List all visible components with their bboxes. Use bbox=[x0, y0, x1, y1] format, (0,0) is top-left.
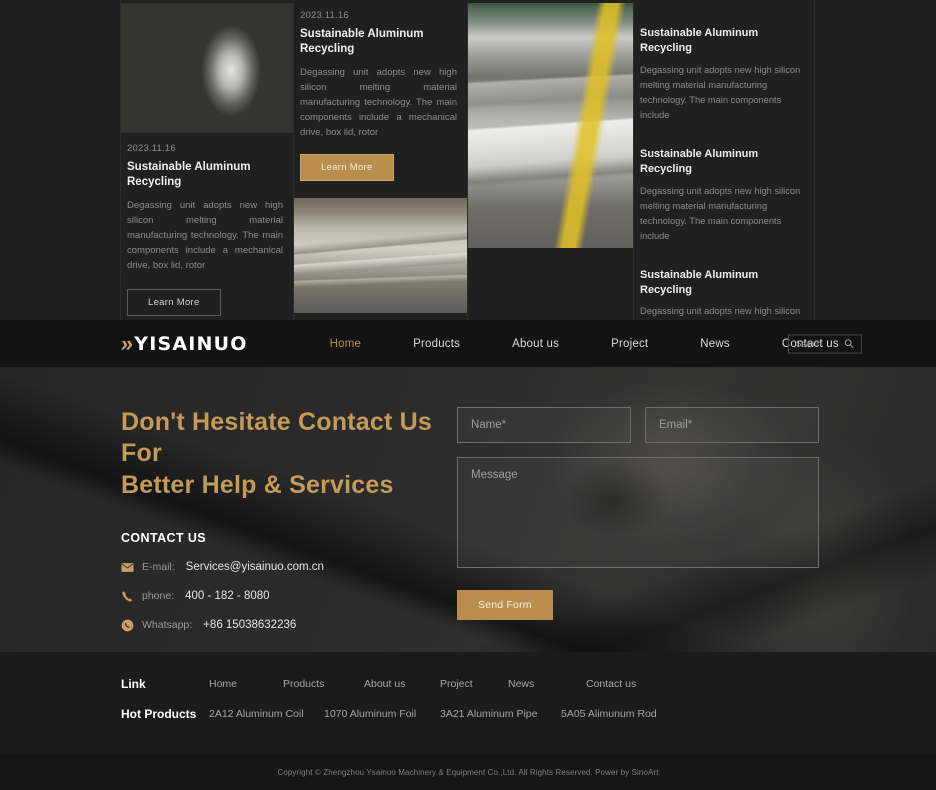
footer-link-home[interactable]: Home bbox=[209, 678, 283, 690]
news-title: Sustainable Aluminum Recycling bbox=[640, 27, 759, 54]
envelope-icon bbox=[121, 562, 134, 572]
search-icon[interactable] bbox=[844, 339, 854, 349]
news-section: 2023.11.16 Sustainable Aluminum Recyclin… bbox=[0, 0, 936, 362]
news-column-third bbox=[467, 0, 633, 320]
news-image-sheet[interactable] bbox=[468, 3, 633, 248]
site-footer: Link Home Products About us Project News… bbox=[0, 652, 936, 790]
nav-item-news[interactable]: News bbox=[674, 338, 756, 350]
news-date: 2023.11.16 bbox=[300, 10, 349, 21]
nav-item-about-us[interactable]: About us bbox=[486, 338, 585, 350]
hot-product-2a12-aluminum-coil[interactable]: 2A12 Aluminum Coil bbox=[209, 708, 324, 720]
learn-more-button[interactable]: Learn More bbox=[300, 153, 394, 181]
phone-icon bbox=[122, 591, 133, 602]
name-field[interactable] bbox=[457, 407, 631, 443]
news-description: Degassing unit adopts new high silicon m… bbox=[300, 66, 457, 138]
footer-link-label: Link bbox=[121, 677, 146, 691]
page-root: 2023.11.16 Sustainable Aluminum Recyclin… bbox=[0, 0, 936, 790]
hot-product-5a05-alimunum-rod[interactable]: 5A05 Alimunum Rod bbox=[561, 708, 657, 720]
contact-us-label: CONTACT US bbox=[121, 530, 207, 545]
news-title[interactable]: Sustainable Aluminum Recycling bbox=[127, 160, 283, 190]
hot-product-3a21-aluminum-pipe[interactable]: 3A21 Aluminum Pipe bbox=[440, 708, 561, 720]
hero-heading-line1: Don't Hesitate Contact Us For bbox=[121, 408, 432, 468]
news-column-list: Sustainable Aluminum Recycling Degassing… bbox=[633, 0, 815, 362]
nav-links: Home Products About us Project News Cont… bbox=[304, 338, 865, 350]
contact-value-phone[interactable]: 400 - 182 - 8080 bbox=[185, 590, 269, 602]
footer-link-row: Link Home Products About us Project News… bbox=[121, 677, 936, 691]
news-card-left: 2023.11.16 Sustainable Aluminum Recyclin… bbox=[121, 133, 293, 316]
whatsapp-icon bbox=[121, 619, 134, 632]
news-image-coils[interactable] bbox=[121, 3, 293, 133]
nav-item-products[interactable]: Products bbox=[387, 338, 486, 350]
footer-hot-products-row: Hot Products 2A12 Aluminum Coil 1070 Alu… bbox=[121, 707, 936, 721]
hot-product-1070-aluminum-foil[interactable]: 1070 Aluminum Foil bbox=[324, 708, 440, 720]
contact-value-whatsapp[interactable]: +86 15038632236 bbox=[203, 619, 296, 631]
news-description: Degassing unit adopts new high silicon m… bbox=[640, 185, 801, 241]
logo-arrow-icon: » bbox=[119, 330, 136, 356]
contact-value-email[interactable]: Services@yisainuo.com.cn bbox=[186, 561, 324, 573]
footer-link-news[interactable]: News bbox=[508, 678, 586, 690]
contact-row-phone: phone: 400 - 182 - 8080 bbox=[121, 590, 457, 603]
news-column-left: 2023.11.16 Sustainable Aluminum Recyclin… bbox=[120, 0, 293, 320]
nav-item-home[interactable]: Home bbox=[304, 338, 387, 350]
send-form-button[interactable]: Send Form bbox=[457, 590, 553, 620]
contact-row-whatsapp: Whatsapp: +86 15038632236 bbox=[121, 619, 457, 632]
contact-hero-section: Don't Hesitate Contact Us For Better Hel… bbox=[0, 367, 936, 652]
search-box[interactable] bbox=[788, 334, 862, 353]
contact-key: E-mail: bbox=[142, 561, 175, 574]
copyright-text: Copyright © Zhengzhou Ysainuo Machinery … bbox=[0, 754, 936, 790]
logo-text: YISAINUO bbox=[134, 332, 248, 355]
message-field[interactable] bbox=[457, 457, 819, 568]
news-title: Sustainable Aluminum Recycling bbox=[640, 268, 759, 296]
main-navigation: » YISAINUO Home Products About us Projec… bbox=[0, 320, 936, 367]
news-title: Sustainable Aluminum Recycling bbox=[640, 147, 759, 175]
news-card-second: 2023.11.16 Sustainable Aluminum Recyclin… bbox=[294, 0, 467, 181]
news-description: Degassing unit adopts new high silicon m… bbox=[127, 199, 283, 271]
hero-heading-line2: Better Help & Services bbox=[121, 470, 394, 499]
footer-link-products[interactable]: Products bbox=[283, 678, 364, 690]
page-title: Don't Hesitate Contact Us For Better Hel… bbox=[121, 407, 457, 501]
contact-key: phone: bbox=[142, 590, 175, 603]
news-title[interactable]: Sustainable Aluminum Recycling bbox=[300, 27, 457, 57]
nav-item-project[interactable]: Project bbox=[585, 338, 674, 350]
news-grid: 2023.11.16 Sustainable Aluminum Recyclin… bbox=[120, 0, 815, 362]
email-field[interactable] bbox=[645, 407, 819, 443]
footer-link-project[interactable]: Project bbox=[440, 678, 508, 690]
hero-left-column: Don't Hesitate Contact Us For Better Hel… bbox=[121, 407, 457, 632]
search-input[interactable] bbox=[796, 339, 844, 348]
news-column-second: 2023.11.16 Sustainable Aluminum Recyclin… bbox=[293, 0, 467, 320]
learn-more-button[interactable]: Learn More bbox=[127, 288, 221, 316]
footer-hot-label: Hot Products bbox=[121, 707, 197, 721]
list-item[interactable]: Sustainable Aluminum Recycling Degassing… bbox=[634, 26, 814, 123]
site-logo[interactable]: » YISAINUO bbox=[119, 330, 248, 357]
news-image-plates[interactable] bbox=[294, 197, 467, 313]
list-item[interactable]: Sustainable Aluminum Recycling Degassing… bbox=[634, 147, 814, 244]
contact-form: Send Form bbox=[457, 407, 819, 632]
footer-link-contact-us[interactable]: Contact us bbox=[586, 678, 636, 690]
contact-row-email: E-mail: Services@yisainuo.com.cn bbox=[121, 561, 457, 574]
news-description: Degassing unit adopts new high silicon m… bbox=[640, 64, 801, 120]
contact-key: Whatsapp: bbox=[142, 619, 193, 632]
news-date: 2023.11.16 bbox=[127, 143, 176, 154]
footer-link-about-us[interactable]: About us bbox=[364, 678, 440, 690]
